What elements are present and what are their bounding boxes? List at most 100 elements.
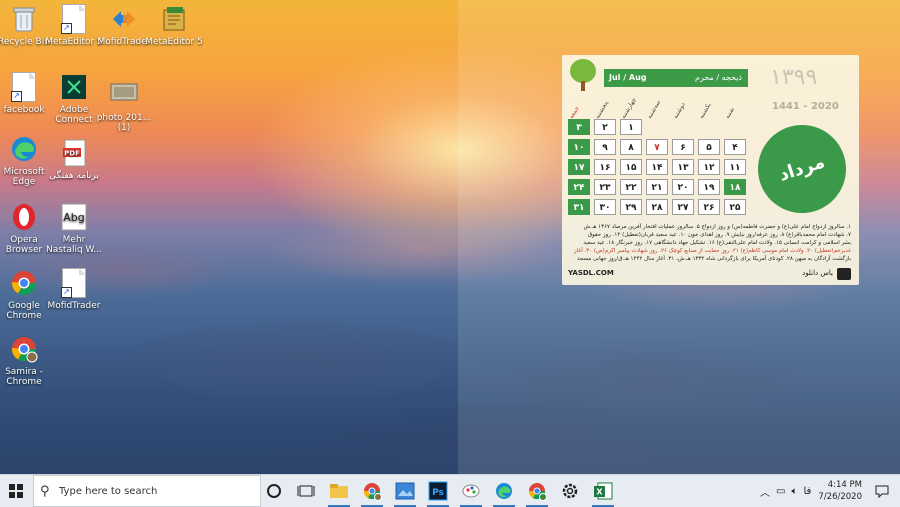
day-cell[interactable]: ۱۴ [646,159,668,175]
document-icon: ↗ [59,268,89,298]
desktop-icon-photo[interactable]: photo 201... (1) [94,80,154,133]
day-cell[interactable]: ۲۴ [568,179,590,195]
show-hidden-icons-button[interactable]: ︿ [760,484,770,499]
weekday-label: پنجشنبه [593,99,610,120]
taskbar-excel[interactable]: X [587,475,619,507]
adobe-connect-icon [59,72,89,102]
taskbar-clock[interactable]: 4:14 PM 7/26/2020 [802,479,862,503]
day-cell[interactable]: ۲۷ [672,199,694,215]
weekday-header: جمعه پنجشنبه چهارشنبه سه‌شنبه دوشنبه یکش… [567,95,752,120]
photoshop-icon: Ps [428,481,448,501]
site-url: YASDL.COM [568,269,614,277]
taskbar-chrome-profile[interactable] [521,475,553,507]
start-button[interactable] [0,475,32,507]
desktop-icon-metaeditor[interactable]: MetaEditor 5 [144,4,204,47]
day-cell[interactable]: ۲ [594,119,616,135]
svg-text:PDF: PDF [64,150,80,158]
chrome-icon [9,268,39,298]
taskbar: ⚲ Type here to search Ps X ︿ ▭ 🔈︎ فا 4:1… [0,474,900,507]
day-cell[interactable]: ۷ [646,139,668,155]
event-line: بازگشت آزادگان به میهن ۲۸. کودتای آمریکا… [576,256,851,262]
clock-time: 4:14 PM [827,480,862,490]
desktop-icon-font[interactable]: Abg Mehr Nastaliq W... [44,202,104,255]
day-cell[interactable]: ۸ [620,139,642,155]
day-cell[interactable]: ۱۳ [672,159,694,175]
day-cell[interactable]: ۴ [724,139,746,155]
day-cell[interactable]: ۳ [568,119,590,135]
day-cell[interactable]: ۱۱ [724,159,746,175]
network-icon[interactable]: ▭ [776,486,785,497]
svg-text:Ps: Ps [432,488,444,498]
day-cell[interactable]: ۱۵ [620,159,642,175]
day-cell[interactable]: ۱۷ [568,159,590,175]
taskbar-chrome[interactable] [356,475,388,507]
document-icon: ↗ [9,72,39,102]
photos-icon [395,482,415,500]
svg-text:X: X [596,488,603,497]
taskbar-file-explorer[interactable] [323,475,355,507]
settings-icon [562,483,578,499]
weekday-label: دوشنبه [671,101,687,120]
day-cell[interactable]: ۱۰ [568,139,590,155]
year-hijri-gregorian: 1441 - 2020 [772,101,839,112]
action-center-button[interactable] [866,475,898,507]
desktop-icon-samira-chrome[interactable]: Samira - Chrome [0,334,54,387]
document-icon: ↗ [59,4,89,34]
event-line: ۱. سالروز ازدواج امام علی(ع) و حضرت فاطم… [583,224,851,230]
taskbar-settings[interactable] [554,475,586,507]
weekday-label: سه‌شنبه [645,99,663,120]
day-cell[interactable]: ۱ [620,119,642,135]
weekday-label: جمعه [567,104,581,120]
taskbar-paint[interactable] [455,475,487,507]
day-cell[interactable]: ۱۲ [698,159,720,175]
excel-icon: X [594,482,613,500]
day-cell[interactable]: ۱۸ [724,179,746,195]
cortana-icon [267,484,281,498]
day-cell[interactable]: ۲۰ [672,179,694,195]
event-line: غدیرخم(تعطیل) ۲۰. ولادت امام موسی کاظم(ع… [573,248,851,254]
year-persian: ۱۳۹۹ [770,65,818,90]
day-cell[interactable]: ۲۱ [646,179,668,195]
edge-icon [9,134,39,164]
day-cell[interactable]: ۲۵ [724,199,746,215]
notification-icon [875,485,889,499]
day-cell[interactable]: ۳۰ [594,199,616,215]
day-cell[interactable]: ۲۳ [594,179,616,195]
opera-icon [9,202,39,232]
volume-icon[interactable]: 🔈︎ [791,486,797,497]
clock-date: 7/26/2020 [818,492,862,502]
event-line: بشر اسلامی و کرامت انسانی ۱۵. ولادت امام… [583,240,851,246]
day-cell[interactable]: ۳۱ [568,199,590,215]
windows-icon [9,484,23,498]
metaeditor-icon [159,4,189,34]
taskbar-edge[interactable] [488,475,520,507]
chrome-icon [363,483,382,501]
font-file-icon: Abg [59,202,89,232]
pdf-icon: PDF [59,138,89,168]
taskbar-photoshop[interactable]: Ps [422,475,454,507]
day-cell[interactable]: ۱۹ [698,179,720,195]
edge-icon [496,483,512,499]
day-cell[interactable]: ۹ [594,139,616,155]
day-cell[interactable]: ۲۹ [620,199,642,215]
day-cell[interactable]: ۱۶ [594,159,616,175]
task-view-icon [297,485,315,497]
day-cell[interactable]: ۵ [698,139,720,155]
day-cell[interactable]: ۲۶ [698,199,720,215]
weekday-label: شنبه [723,106,736,120]
day-cell[interactable]: ۶ [672,139,694,155]
calendar-widget[interactable]: Jul / Aug ذیحجه / محرم ۱۳۹۹ 1441 - 2020 … [562,55,859,285]
events-list: ۱. سالروز ازدواج امام علی(ع) و حضرت فاطم… [568,223,851,263]
taskbar-photos[interactable] [389,475,421,507]
cortana-button[interactable] [258,475,290,507]
desktop-icon-mofidtrader-doc[interactable]: ↗ MofidTrader [44,268,104,311]
task-view-button[interactable] [290,475,322,507]
search-box[interactable]: ⚲ Type here to search [33,475,261,507]
desktop-icon-weekly-pdf[interactable]: PDF برنامه هفتگی [44,138,104,181]
day-cell[interactable]: ۲۸ [646,199,668,215]
brand-name: یاس دانلود [802,269,833,277]
recycle-bin-icon [9,4,39,34]
day-cell[interactable]: ۲۲ [620,179,642,195]
chrome-profile-icon [528,483,547,501]
chrome-profile-icon [9,334,39,364]
